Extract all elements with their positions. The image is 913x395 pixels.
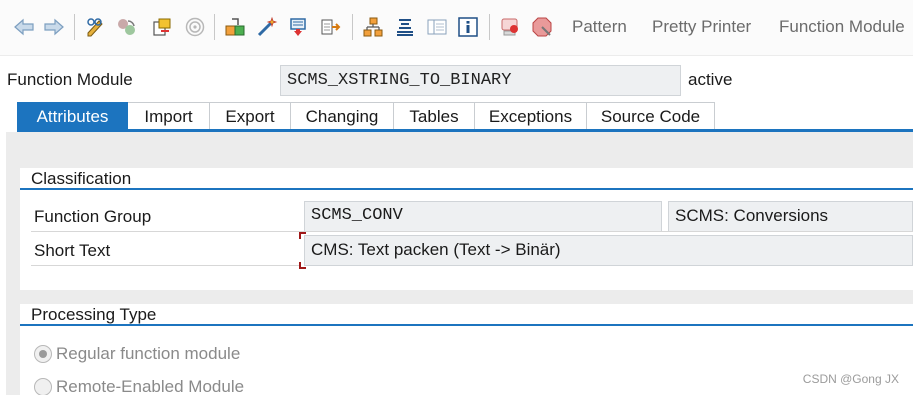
application-toolbar: Pattern Pretty Printer Function Module [0,0,913,56]
radio-selected-dot [39,350,47,358]
pattern-button[interactable]: Pattern [572,17,627,37]
activate-icon[interactable] [223,14,247,40]
tab-tables[interactable]: Tables [394,102,475,130]
function-module-button[interactable]: Function Module [779,17,905,37]
row-divider [31,231,913,232]
check-icon[interactable] [183,14,207,40]
stop-breakpoint-icon[interactable] [530,14,554,40]
tab-import[interactable]: Import [128,102,210,130]
radio-regular-function-module[interactable]: Regular function module [34,344,240,364]
other-object-icon[interactable] [150,14,174,40]
where-used-icon[interactable] [287,14,311,40]
status-text: active [688,70,733,89]
breakpoint-icon[interactable] [498,14,522,40]
pretty-printer-button[interactable]: Pretty Printer [652,17,751,37]
navigate-icon[interactable] [319,14,343,40]
display-change-icon[interactable] [84,14,108,40]
radio-remote-enabled-module[interactable]: Remote-Enabled Module [34,377,244,395]
radio-label: Remote-Enabled Module [56,377,245,395]
function-module-field[interactable]: SCMS_XSTRING_TO_BINARY [280,65,681,96]
classification-group: Classification Function Group SCMS_CONV … [20,168,913,290]
function-group-field[interactable]: SCMS_CONV [304,201,662,232]
toolbar-separator [352,14,353,40]
back-arrow-icon[interactable] [12,14,36,40]
tab-attributes[interactable]: Attributes [17,102,128,130]
tab-strip: Attributes Import Export Changing Tables… [17,102,715,130]
radio-button[interactable] [34,345,52,363]
classification-title: Classification [20,168,913,190]
test-wand-icon[interactable] [255,14,279,40]
display-object-list-icon[interactable] [425,14,449,40]
toolbar-separator [74,14,75,40]
function-group-label: Function Group [34,207,152,226]
short-text-field[interactable]: CMS: Text packen (Text -> Binär) [304,235,913,266]
active-inactive-icon[interactable] [115,14,139,40]
radio-button[interactable] [34,378,52,395]
function-group-text-field: SCMS: Conversions [668,201,913,232]
tab-exceptions[interactable]: Exceptions [475,102,587,130]
info-icon[interactable] [456,14,480,40]
function-module-label: Function Module [7,70,133,89]
radio-label: Regular function module [56,344,241,363]
hierarchy-icon[interactable] [361,14,385,40]
watermark-text: CSDN @Gong JX [802,372,899,386]
forward-arrow-icon[interactable] [42,14,66,40]
row-divider [31,265,299,266]
tab-source-code[interactable]: Source Code [587,102,715,130]
tab-changing[interactable]: Changing [291,102,394,130]
tab-export[interactable]: Export [210,102,291,130]
short-text-label: Short Text [34,241,111,260]
object-list-icon[interactable] [393,14,417,40]
toolbar-separator [489,14,490,40]
toolbar-separator [214,14,215,40]
processing-type-title: Processing Type [20,304,913,326]
